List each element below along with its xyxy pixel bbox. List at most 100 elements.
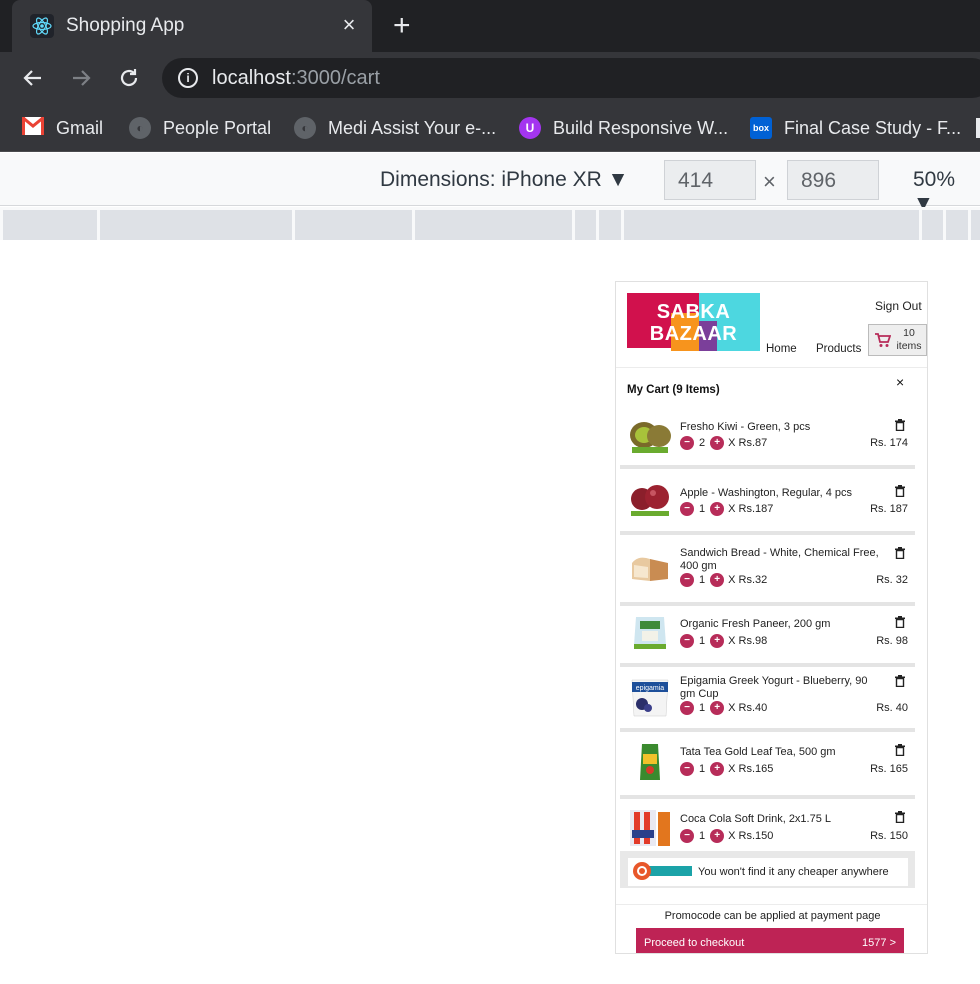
decrease-quantity-button[interactable]: − xyxy=(680,701,694,715)
increase-quantity-button[interactable]: + xyxy=(710,762,725,776)
device-toolbar: Dimensions: iPhone XR ▼ 414 × 896 50% ▼ xyxy=(0,153,980,215)
device-width-input[interactable]: 414 xyxy=(664,160,756,200)
sign-out-link[interactable]: Sign Out xyxy=(875,299,922,313)
decrease-quantity-button[interactable]: − xyxy=(680,573,694,587)
quantity-value: 1 xyxy=(699,763,706,775)
item-total: Rs. 32 xyxy=(876,574,908,586)
bookmark-medi-assist[interactable]: ◐ Medi Assist Your e-... xyxy=(294,115,496,141)
forward-arrow-icon[interactable] xyxy=(66,63,96,93)
increase-quantity-button[interactable]: + xyxy=(710,829,725,843)
checkout-button[interactable]: Proceed to checkout 1577 > xyxy=(636,928,904,953)
item-total: Rs. 40 xyxy=(876,702,908,714)
media-query-segment[interactable] xyxy=(415,210,572,240)
bookmark-label: Gmail xyxy=(56,117,104,138)
bookmark-label: Build Responsive W... xyxy=(553,117,729,138)
device-dimensions-select[interactable]: Dimensions: iPhone XR ▼ xyxy=(380,168,628,192)
item-name: Tata Tea Gold Leaf Tea, 500 gm xyxy=(680,746,836,758)
promo-note: Promocode can be applied at payment page xyxy=(664,910,881,922)
product-image-bread xyxy=(628,549,672,589)
media-query-segment[interactable] xyxy=(922,210,943,240)
quantity-value: 1 xyxy=(699,702,706,714)
media-query-segment[interactable] xyxy=(100,210,292,240)
item-total: Rs. 150 xyxy=(870,830,908,842)
decrease-quantity-button[interactable]: − xyxy=(680,436,694,450)
globe-icon: ◐ xyxy=(294,117,316,139)
trash-icon[interactable] xyxy=(895,485,905,500)
cart-button[interactable]: 10 items xyxy=(868,324,927,356)
quantity-stepper: − 1 + X Rs.98 xyxy=(680,634,767,648)
back-arrow-icon[interactable] xyxy=(18,63,48,93)
close-icon[interactable]: × xyxy=(896,374,904,390)
trash-icon[interactable] xyxy=(895,675,905,690)
decrease-quantity-button[interactable]: − xyxy=(680,762,694,776)
info-icon[interactable]: i xyxy=(178,68,198,88)
item-total: Rs. 165 xyxy=(870,763,908,775)
trash-icon[interactable] xyxy=(895,811,905,826)
trash-icon[interactable] xyxy=(895,744,905,759)
product-image-apple xyxy=(628,478,672,518)
trash-icon[interactable] xyxy=(895,616,905,631)
bookmark-overflow-icon[interactable] xyxy=(976,118,980,138)
quantity-value: 1 xyxy=(699,574,706,586)
media-query-segment[interactable] xyxy=(575,210,596,240)
unit-price: X Rs.98 xyxy=(728,635,768,647)
increase-quantity-button[interactable]: + xyxy=(710,634,725,648)
media-query-segment[interactable] xyxy=(971,210,980,240)
media-query-segment[interactable] xyxy=(3,210,97,240)
bookmark-people-portal[interactable]: ◐ People Portal xyxy=(129,115,271,141)
decrease-quantity-button[interactable]: − xyxy=(680,634,694,648)
bookmark-label: Medi Assist Your e-... xyxy=(328,117,497,138)
quantity-stepper: − 1 + X Rs.40 xyxy=(680,701,767,715)
checkout-label: Proceed to checkout xyxy=(644,937,745,949)
item-name: Fresho Kiwi - Green, 3 pcs xyxy=(680,421,811,433)
bookmark-build-responsive[interactable]: U Build Responsive W... xyxy=(519,115,728,141)
bookmark-label: Final Case Study - F... xyxy=(784,117,962,138)
cart-icon xyxy=(875,333,892,351)
media-query-segment[interactable] xyxy=(295,210,412,240)
reload-icon[interactable] xyxy=(114,63,144,93)
quantity-stepper: − 2 + X Rs.87 xyxy=(680,436,767,450)
address-bar[interactable]: i localhost:3000/cart xyxy=(162,58,980,98)
decrease-quantity-button[interactable]: − xyxy=(680,502,694,516)
item-total: Rs. 98 xyxy=(876,635,908,647)
quantity-value: 1 xyxy=(699,503,706,515)
bookmark-final-case-study[interactable]: box Final Case Study - F... xyxy=(750,115,961,141)
media-query-segment[interactable] xyxy=(946,210,968,240)
cart-item: Sandwich Bread - White, Chemical Free, 4… xyxy=(620,535,915,606)
bookmark-gmail[interactable]: Gmail xyxy=(21,115,104,141)
trash-icon[interactable] xyxy=(895,547,905,562)
cart-count: 10 items xyxy=(894,327,924,353)
cart-count-number: 10 xyxy=(903,327,915,339)
box-icon: box xyxy=(750,117,772,139)
cart-title: My Cart (9 Items) xyxy=(627,384,720,396)
logo-line-2: BAZAAR xyxy=(649,323,738,345)
nav-products-link[interactable]: Products xyxy=(816,343,861,355)
increase-quantity-button[interactable]: + xyxy=(710,502,725,516)
product-image-coca-cola xyxy=(628,808,672,848)
increase-quantity-button[interactable]: + xyxy=(710,573,725,587)
media-query-segment[interactable] xyxy=(624,210,919,240)
new-tab-button[interactable]: + xyxy=(393,9,411,43)
trash-icon[interactable] xyxy=(895,419,905,434)
decrease-quantity-button[interactable]: − xyxy=(680,829,694,843)
increase-quantity-button[interactable]: + xyxy=(710,701,725,715)
product-image-paneer xyxy=(628,611,672,651)
nav-home-link[interactable]: Home xyxy=(766,343,797,355)
unit-price: X Rs.187 xyxy=(728,503,774,515)
cart-item: Tata Tea Gold Leaf Tea, 500 gm − 1 + X R… xyxy=(620,732,915,799)
product-image-yogurt: epigamia xyxy=(628,678,672,718)
increase-quantity-button[interactable]: + xyxy=(710,436,725,450)
tab-close-icon[interactable]: × xyxy=(338,12,360,38)
svg-text:epigamia: epigamia xyxy=(636,685,665,692)
product-image-kiwi xyxy=(628,415,672,455)
media-query-segment[interactable] xyxy=(599,210,621,240)
udemy-icon: U xyxy=(519,117,541,139)
browser-toolbar: i localhost:3000/cart xyxy=(0,52,980,104)
browser-tab[interactable]: Shopping App × xyxy=(12,0,372,52)
device-height-input[interactable]: 896 xyxy=(787,160,879,200)
bookmarks-bar: Gmail ◐ People Portal ◐ Medi Assist Your… xyxy=(0,104,980,152)
react-icon xyxy=(30,14,54,38)
sabka-bazaar-logo[interactable]: SABKA BAZAAR xyxy=(627,293,760,351)
item-name: Organic Fresh Paneer, 200 gm xyxy=(680,618,831,630)
bookmark-label: People Portal xyxy=(163,117,272,138)
